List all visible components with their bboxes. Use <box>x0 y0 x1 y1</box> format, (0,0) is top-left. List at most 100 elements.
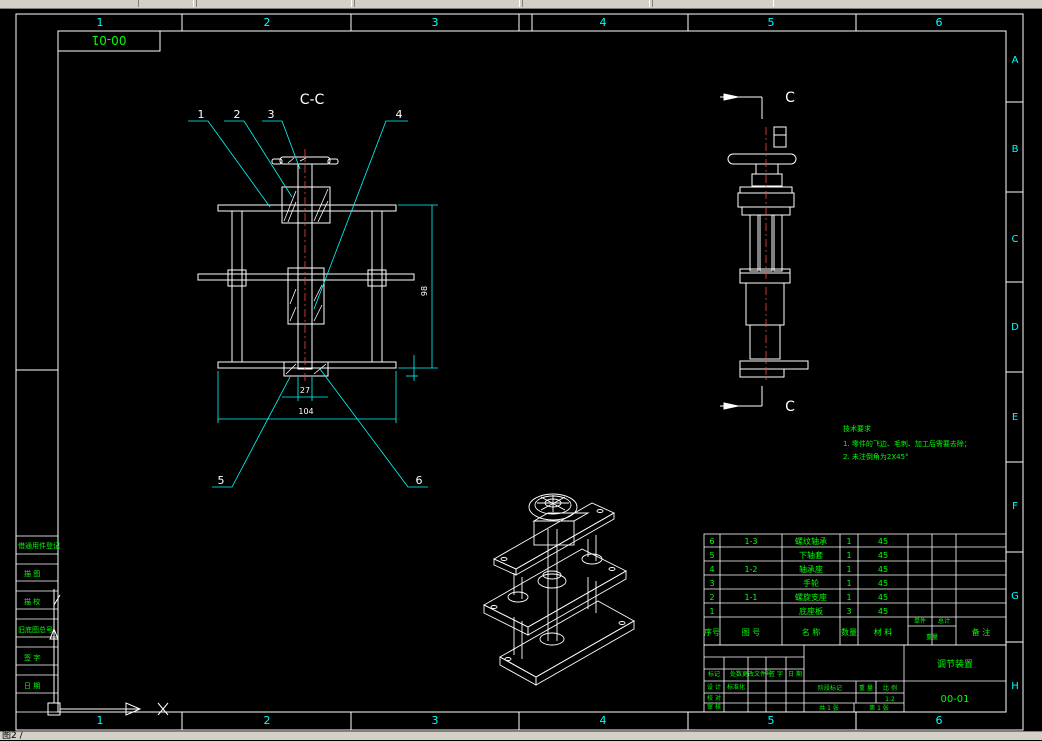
sheet-no: 第 1 张 <box>869 704 889 712</box>
isometric-view[interactable] <box>483 493 635 686</box>
zone-col-2-bottom: 2 <box>264 714 271 727</box>
bom-name: 底座板 <box>799 606 823 616</box>
toolbar-slot[interactable] <box>354 0 520 7</box>
sign-row-2: 标准化 <box>727 683 745 691</box>
left-panel-5: 签 字 <box>24 653 40 662</box>
bom-qty: 1 <box>846 593 851 602</box>
left-panel-1: 借通用件登记 <box>18 541 60 550</box>
bom-header-weight: 重量 <box>926 633 938 641</box>
balloon-3: 3 <box>268 108 275 121</box>
bom-name: 螺旋支座 <box>795 592 827 602</box>
zone-col-3-bottom: 3 <box>432 714 439 727</box>
bom-code: 1-3 <box>744 537 757 546</box>
zone-ticks <box>181 14 1023 730</box>
drawing-name: 调节装置 <box>937 658 973 670</box>
bom-header-code: 图 号 <box>742 628 761 637</box>
bom-name: 轴承座 <box>799 564 823 574</box>
zone-row-a: A <box>1012 55 1019 66</box>
bom-qty: 1 <box>846 537 851 546</box>
balloon-4: 4 <box>396 108 403 121</box>
side-view[interactable]: C C <box>720 90 809 415</box>
zone-row-f: F <box>1012 501 1018 512</box>
drawing-code: 00-01 <box>940 694 969 705</box>
zone-col-6: 6 <box>936 16 943 29</box>
bom-no: 3 <box>709 579 714 588</box>
bom-material: 45 <box>878 565 888 574</box>
bom-header-no: 序号 <box>704 627 720 637</box>
tech-notes: 技术要求 1. 零件的飞边、毛刺、加工后需要去除； 2. 未注倒角为2X45° <box>843 424 971 461</box>
bom-no: 5 <box>709 551 714 560</box>
scale-label: 比 例 <box>883 684 897 692</box>
status-bar: 图2 / <box>0 731 1042 741</box>
bom-material: 45 <box>878 607 888 616</box>
left-panel-4: 旧底图总号 <box>18 625 53 634</box>
bom-code: 1-2 <box>744 565 757 574</box>
bom-name: 螺纹轴承 <box>795 536 827 546</box>
dim-width: 104 <box>298 407 313 416</box>
bom-code: 1-1 <box>744 593 757 602</box>
bom-material: 45 <box>878 579 888 588</box>
tech-note-line-2: 2. 未注倒角为2X45° <box>843 452 909 461</box>
bom-header-remark: 备 注 <box>972 627 991 637</box>
drawing-canvas[interactable]: 1 2 3 4 5 6 1 2 3 4 5 6 A B C D E F G H … <box>0 9 1042 731</box>
ucs-icon <box>47 589 169 716</box>
bom-qty: 1 <box>846 551 851 560</box>
zone-col-5: 5 <box>768 16 775 29</box>
bom-header-material: 材 料 <box>874 627 893 637</box>
bom-no: 2 <box>709 593 714 602</box>
toolbar-slot[interactable] <box>652 0 774 7</box>
zone-col-1-bottom: 1 <box>97 714 104 727</box>
mark-col-3: 更改文件号 <box>742 670 772 678</box>
zone-row-h: H <box>1011 681 1019 692</box>
bom-header-name: 名 称 <box>802 627 821 637</box>
dim-inner: 27 <box>300 386 310 395</box>
tech-notes-title: 技术要求 <box>843 424 871 433</box>
weight-label: 重 量 <box>859 684 873 692</box>
section-mark-top: C <box>785 90 795 106</box>
sign-row-4: 审 核 <box>707 703 721 711</box>
scale-value: 1:2 <box>885 696 895 703</box>
title-block[interactable]: 标记 处数 更改文件号 签 字 日 期 设 计 标准化 校 对 审 核 阶段标记… <box>703 644 1007 713</box>
zone-col-2: 2 <box>264 16 271 29</box>
toolbar-slot[interactable] <box>138 0 194 7</box>
section-mark-bottom: C <box>785 399 795 415</box>
sign-row-1: 设 计 <box>707 683 721 691</box>
inner-frame <box>57 30 1007 713</box>
mark-col-1: 标记 <box>708 670 720 678</box>
zone-col-3: 3 <box>432 16 439 29</box>
toolbar-slot[interactable] <box>196 0 352 7</box>
balloon-2: 2 <box>234 108 241 121</box>
left-panel-6: 日 期 <box>24 682 40 690</box>
bom-no: 6 <box>709 537 714 546</box>
bom-no: 1 <box>709 607 714 616</box>
zone-col-1: 1 <box>97 16 104 29</box>
stage-label: 阶段标记 <box>818 684 842 692</box>
tech-note-line-1: 1. 零件的飞边、毛刺、加工后需要去除； <box>843 439 971 448</box>
sheets-total: 共 1 张 <box>819 704 839 712</box>
left-panel-3: 描 校 <box>24 597 40 606</box>
mark-col-4: 签 字 <box>769 670 783 678</box>
zone-row-d: D <box>1011 322 1019 333</box>
section-title: C-C <box>300 92 325 108</box>
zone-row-c: C <box>1012 234 1019 245</box>
bom-table[interactable]: 6 1-3 螺纹轴承 1 45 5 下轴套 1 45 4 1-2 轴承座 1 4… <box>703 533 1007 646</box>
mark-col-5: 日 期 <box>788 670 802 678</box>
mark-col-2: 处数 <box>730 670 742 678</box>
bom-name: 下轴套 <box>799 550 823 560</box>
balloon-1: 1 <box>198 108 205 121</box>
left-panel-2: 描 图 <box>24 569 40 578</box>
zone-col-5-bottom: 5 <box>768 714 775 727</box>
bom-qty: 3 <box>846 607 851 616</box>
zone-col-4-bottom: 4 <box>600 714 607 727</box>
bom-qty: 1 <box>846 565 851 574</box>
bom-header-single: 单件 <box>914 617 926 625</box>
left-panel: 借通用件登记 描 图 描 校 旧底图总号 签 字 日 期 <box>15 535 60 713</box>
toolbar-slot[interactable] <box>522 0 650 7</box>
bom-header-total: 总计 <box>938 617 950 625</box>
bom-material: 45 <box>878 593 888 602</box>
bom-qty: 1 <box>846 579 851 588</box>
zone-col-4: 4 <box>600 16 607 29</box>
section-view[interactable]: C-C 1 2 3 4 5 6 98 27 104 <box>188 92 438 488</box>
balloon-5: 5 <box>218 474 225 487</box>
bom-header-qty: 数量 <box>841 627 857 637</box>
